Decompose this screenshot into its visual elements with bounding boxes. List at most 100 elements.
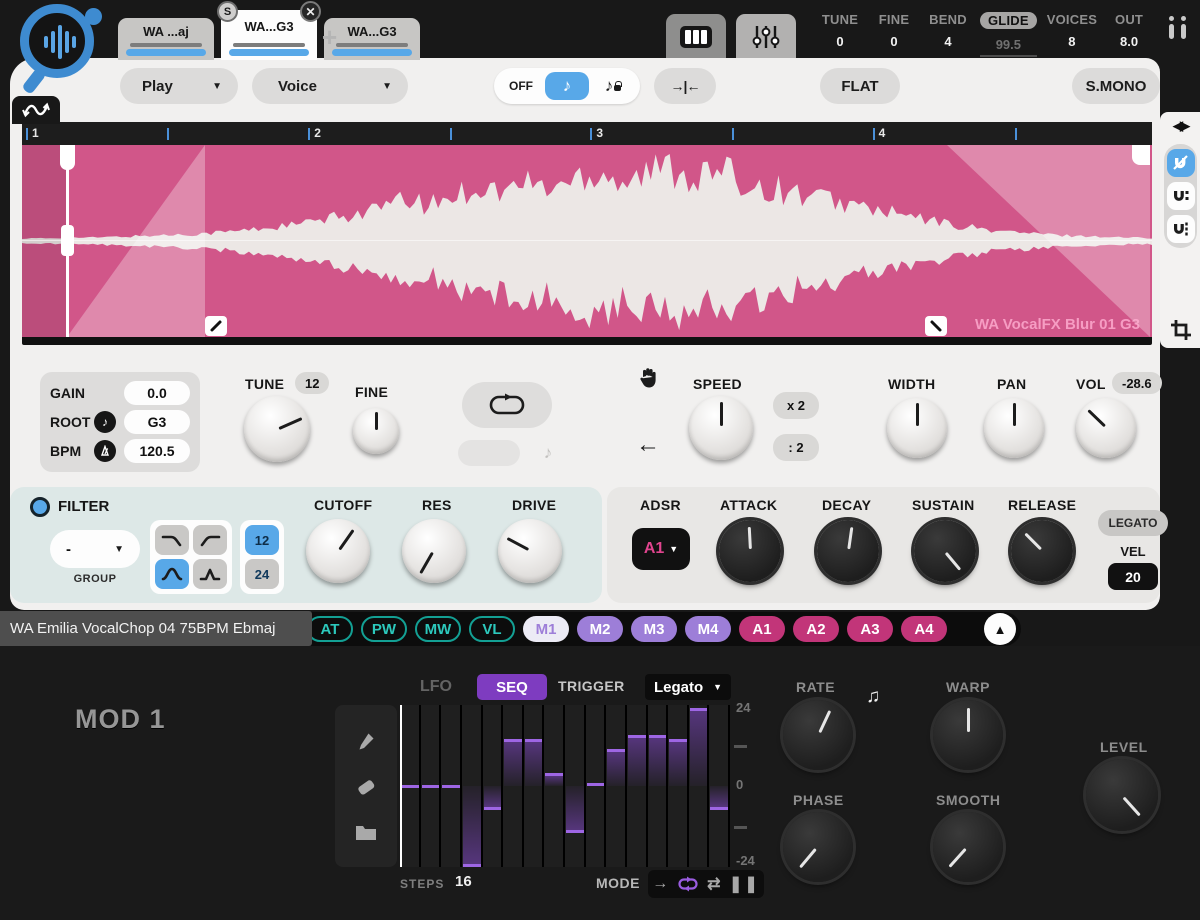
note-ghost-button[interactable]: ♪ [528, 440, 568, 466]
smart-mono-button[interactable]: S.MONO [1072, 68, 1160, 104]
readout-bend[interactable]: BEND4 [926, 12, 970, 57]
mod-source-m3[interactable]: M3 [631, 616, 677, 642]
seq-step-bar[interactable] [422, 785, 440, 788]
seq-step-bar[interactable] [463, 786, 481, 867]
sync-note-icon[interactable]: ♫ [866, 686, 880, 708]
mod-source-mw[interactable]: MW [415, 616, 461, 642]
seq-step-cell[interactable] [627, 705, 648, 867]
phase-knob[interactable] [783, 812, 853, 882]
preset-tab[interactable]: WA...G3 [324, 18, 420, 60]
drive-knob[interactable] [498, 519, 562, 583]
end-marker-handle[interactable] [1132, 145, 1150, 165]
seq-step-bar[interactable] [649, 735, 667, 786]
mod-source-vl[interactable]: VL [469, 616, 515, 642]
mode-loop-icon[interactable] [677, 876, 699, 892]
slope-12-button[interactable]: 12 [245, 525, 279, 555]
seq-step-bar[interactable] [607, 749, 625, 786]
readout-value[interactable]: 4 [926, 34, 970, 49]
sustain-knob[interactable] [914, 520, 976, 582]
pitch-note-lock-button[interactable]: ♪ [591, 72, 635, 100]
snap-beat-button[interactable] [1167, 182, 1195, 210]
snap-grid-button[interactable] [1167, 215, 1195, 243]
warp-tab[interactable] [12, 96, 60, 124]
seq-step-bar[interactable] [628, 735, 646, 786]
mod-source-a1[interactable]: A1 [739, 616, 785, 642]
mode-hold-icon[interactable]: ❚❚ [729, 874, 760, 894]
seq-step-cell[interactable] [503, 705, 524, 867]
play-mode-dropdown[interactable]: Play▼ [120, 68, 238, 104]
hand-tool-icon[interactable] [636, 366, 660, 390]
readout-value[interactable]: 99.5 [980, 37, 1037, 57]
fine-knob[interactable] [353, 408, 399, 454]
pan-knob[interactable] [984, 398, 1044, 458]
collapse-mod-button[interactable]: ▲ [984, 613, 1016, 645]
lfo-tab[interactable]: LFO [420, 678, 452, 696]
fade-out-handle[interactable] [925, 316, 947, 336]
level-knob[interactable] [1086, 759, 1158, 831]
gain-value[interactable]: 0.0 [124, 381, 190, 405]
start-marker-grip[interactable] [61, 225, 74, 256]
preset-tab[interactable]: WA...G3S✕ [221, 10, 317, 60]
filter-group-dropdown[interactable]: -▼ [50, 530, 140, 568]
slope-24-button[interactable]: 24 [245, 559, 279, 589]
loop-mode-button[interactable] [462, 382, 552, 428]
adsr-target-dropdown[interactable]: A1▼ [632, 528, 690, 570]
vol-knob[interactable] [1076, 398, 1136, 458]
speed-knob[interactable] [689, 396, 753, 460]
add-tab-button[interactable]: + [322, 22, 337, 53]
close-tab-badge[interactable]: ✕ [300, 1, 321, 22]
waveform-display[interactable]: WA VocalFX Blur 01 G3 [22, 145, 1152, 337]
seq-step-cell[interactable] [668, 705, 689, 867]
flat-button[interactable]: FLAT [820, 68, 900, 104]
mod-source-m2[interactable]: M2 [577, 616, 623, 642]
seq-step-bar[interactable] [545, 773, 563, 787]
seq-step-cell[interactable] [586, 705, 607, 867]
readout-glide[interactable]: GLIDE99.5 [980, 12, 1037, 57]
eraser-tool-icon[interactable] [355, 777, 377, 797]
steps-value[interactable]: 16 [455, 873, 472, 890]
pitch-note-button[interactable]: ♪ [545, 72, 589, 100]
timeline-ruler[interactable]: 1234 [22, 122, 1152, 145]
preset-tab[interactable]: WA ...aj [118, 18, 214, 60]
seq-step-cell[interactable] [524, 705, 545, 867]
folder-tool-icon[interactable] [354, 822, 378, 842]
voice-mode-dropdown[interactable]: Voice▼ [252, 68, 408, 104]
seq-step-bar[interactable] [690, 708, 708, 786]
vol-value-badge[interactable]: -28.6 [1112, 372, 1162, 394]
cutoff-knob[interactable] [306, 519, 370, 583]
readout-value[interactable]: 8.0 [1107, 34, 1151, 49]
seq-step-bar[interactable] [401, 785, 419, 788]
mod-source-at[interactable]: AT [307, 616, 353, 642]
keyboard-view-tab[interactable] [666, 14, 726, 60]
warp-knob[interactable] [933, 700, 1003, 770]
mod-source-pw[interactable]: PW [361, 616, 407, 642]
release-knob[interactable] [1011, 520, 1073, 582]
loop-ghost-button[interactable] [458, 440, 520, 466]
mod-source-m4[interactable]: M4 [685, 616, 731, 642]
speed-div2-button[interactable]: : 2 [773, 434, 819, 461]
readout-value[interactable]: 0 [872, 34, 916, 49]
readout-tune[interactable]: TUNE0 [818, 12, 862, 57]
lowpass-button[interactable] [155, 525, 189, 555]
seq-step-cell[interactable] [648, 705, 669, 867]
seq-step-bar[interactable] [442, 785, 460, 788]
mode-forward-icon[interactable]: → [652, 875, 668, 893]
seq-step-bar[interactable] [669, 739, 687, 786]
snap-off-button[interactable] [1167, 149, 1195, 177]
pitch-off-button[interactable]: OFF [499, 72, 543, 100]
readout-value[interactable]: 8 [1047, 34, 1097, 49]
mixer-view-tab[interactable] [736, 14, 796, 60]
filter-enable-toggle[interactable] [30, 497, 50, 517]
attack-knob[interactable] [719, 520, 781, 582]
seq-step-bar[interactable] [484, 786, 502, 810]
collapse-selection-button[interactable]: →|← [654, 68, 716, 104]
seq-step-bar[interactable] [566, 786, 584, 833]
start-marker-handle[interactable] [60, 145, 75, 170]
rate-knob[interactable] [783, 700, 853, 770]
bandpass-button[interactable] [155, 559, 189, 589]
width-knob[interactable] [887, 398, 947, 458]
readout-out[interactable]: OUT8.0 [1107, 12, 1151, 57]
trim-left-icon[interactable]: ← [636, 431, 660, 459]
notch-button[interactable] [193, 559, 227, 589]
res-knob[interactable] [402, 519, 466, 583]
